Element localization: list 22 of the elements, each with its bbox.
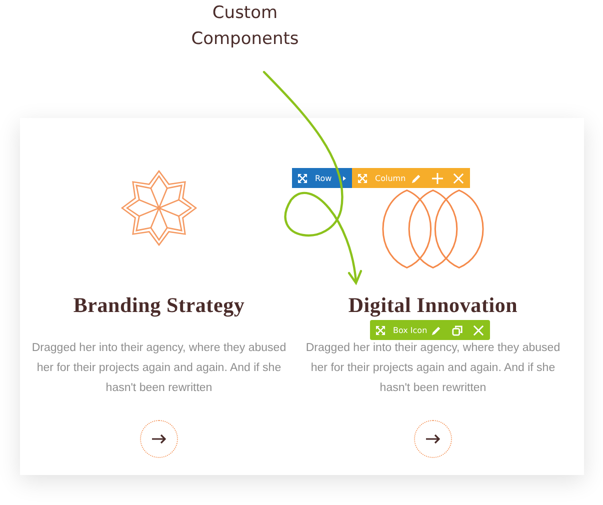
close-icon[interactable]	[453, 172, 464, 184]
toolbar-label[interactable]: Box Icon	[393, 326, 428, 334]
toolbar-label[interactable]: Row	[315, 174, 332, 182]
feature-title: Digital Innovation	[348, 293, 518, 318]
plus-icon[interactable]	[432, 172, 443, 184]
arrow-button[interactable]	[414, 420, 452, 458]
arrow-right-icon	[152, 434, 166, 444]
caret-icon[interactable]	[343, 176, 346, 180]
toolbar-label[interactable]: Column	[375, 174, 406, 182]
move-icon[interactable]	[376, 326, 385, 334]
close-icon[interactable]	[473, 324, 484, 336]
feature-description: Dragged her into their agency, where they abused her for their projects again and again. And if she hasn't been rewritten	[304, 341, 562, 396]
arrow-button[interactable]	[140, 420, 178, 458]
copy-icon[interactable]	[452, 324, 463, 336]
annotation-text: Components	[191, 28, 299, 51]
arrow-right-icon	[426, 434, 440, 444]
pencil-icon[interactable]	[431, 324, 442, 336]
feature-title: Branding Strategy	[73, 293, 245, 318]
pencil-icon[interactable]	[411, 172, 422, 184]
annotation-text: Custom	[212, 2, 278, 25]
feature-description: Dragged her into their agency, where they abused her for their projects again and again. And if she hasn't been rewritten	[30, 341, 288, 396]
move-icon[interactable]	[298, 174, 307, 182]
